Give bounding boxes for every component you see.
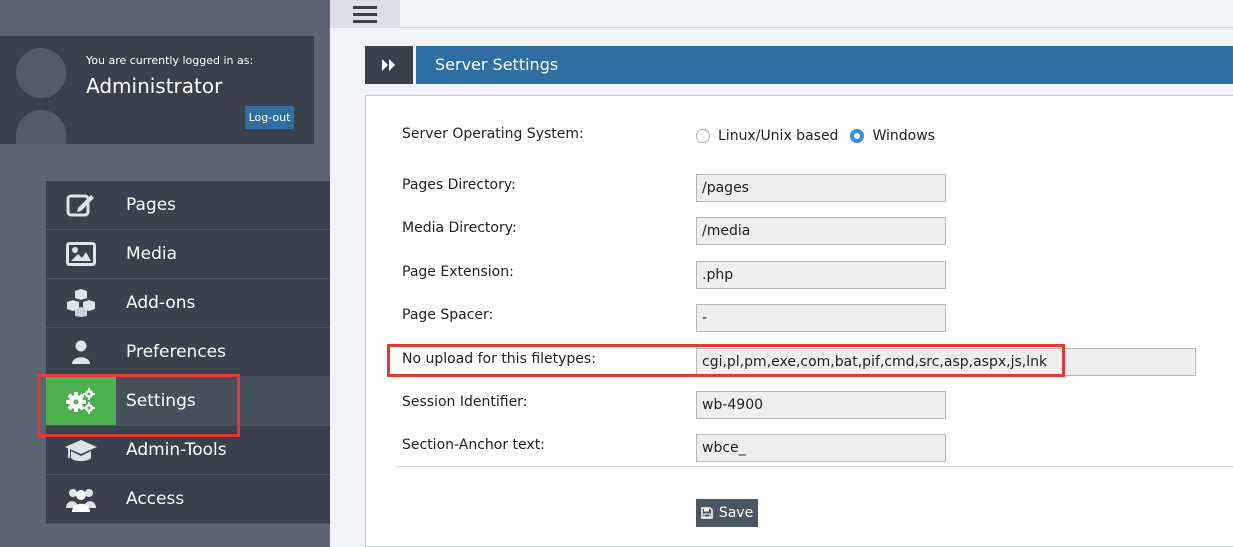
nav-label: Admin-Tools [126, 440, 227, 460]
user-name: Administrator [86, 74, 223, 98]
nav-item-admin-tools[interactable]: Admin-Tools [46, 426, 330, 475]
pages-dir-input[interactable] [696, 174, 946, 202]
nav-menu: Pages Media Add-ons Preferences Settings… [46, 181, 330, 524]
nav-item-settings[interactable]: Settings [46, 377, 330, 426]
logged-in-text: You are currently logged in as: [86, 54, 254, 67]
anchor-text-label: Section-Anchor text: [402, 437, 545, 453]
image-icon [46, 230, 116, 278]
nav-label: Access [126, 489, 185, 509]
radio-windows[interactable] [850, 129, 865, 143]
nav-item-preferences[interactable]: Preferences [46, 328, 330, 377]
user-box: You are currently logged in as: Administ… [0, 36, 314, 144]
section-header: Server Settings [416, 46, 1233, 84]
media-dir-input[interactable] [696, 217, 946, 245]
nav-item-pages[interactable]: Pages [46, 181, 330, 230]
page-ext-input[interactable] [696, 261, 946, 289]
section-collapse-button[interactable] [365, 46, 413, 84]
settings-panel: Server Operating System: Linux/Unix base… [365, 95, 1233, 547]
avatar-icon [16, 48, 66, 144]
user-icon [46, 328, 116, 376]
nav-label: Media [126, 244, 178, 264]
section-title: Server Settings [435, 55, 559, 74]
form-divider [396, 466, 1233, 467]
radio-linux[interactable] [696, 129, 710, 143]
double-chevron-right-icon [382, 59, 395, 71]
radio-linux-label: Linux/Unix based [718, 128, 839, 144]
nav-label: Preferences [126, 342, 226, 362]
os-radio-group: Linux/Unix based Windows [696, 128, 947, 144]
session-id-label: Session Identifier: [402, 394, 528, 410]
cubes-icon [46, 279, 116, 327]
edit-icon [46, 181, 116, 229]
nav-item-access[interactable]: Access [46, 475, 330, 524]
os-label: Server Operating System: [402, 126, 584, 142]
media-dir-label: Media Directory: [402, 220, 517, 236]
page-spacer-label: Page Spacer: [402, 307, 494, 323]
nav-item-addons[interactable]: Add-ons [46, 279, 330, 328]
nav-item-media[interactable]: Media [46, 230, 330, 279]
page-spacer-input[interactable] [696, 304, 946, 332]
no-upload-input[interactable] [696, 348, 1196, 376]
save-label: Save [718, 505, 754, 521]
radio-windows-label: Windows [872, 128, 935, 144]
graduation-cap-icon [46, 426, 116, 474]
no-upload-label: No upload for this filetypes: [402, 351, 596, 367]
pages-dir-label: Pages Directory: [402, 177, 516, 193]
sidebar: You are currently logged in as: Administ… [0, 0, 330, 547]
gears-icon [46, 377, 116, 425]
hamburger-icon [353, 6, 377, 23]
session-id-input[interactable] [696, 391, 946, 419]
floppy-disk-icon [701, 507, 713, 519]
nav-label: Add-ons [126, 293, 196, 313]
menu-toggle-button[interactable] [330, 0, 400, 28]
save-button[interactable]: Save [696, 499, 758, 527]
logout-button[interactable]: Log-out [245, 106, 294, 129]
users-icon [46, 475, 116, 523]
nav-label: Settings [126, 391, 196, 411]
anchor-text-input[interactable] [696, 434, 946, 462]
page-ext-label: Page Extension: [402, 264, 514, 280]
nav-label: Pages [126, 195, 177, 215]
topbar [330, 0, 1233, 28]
